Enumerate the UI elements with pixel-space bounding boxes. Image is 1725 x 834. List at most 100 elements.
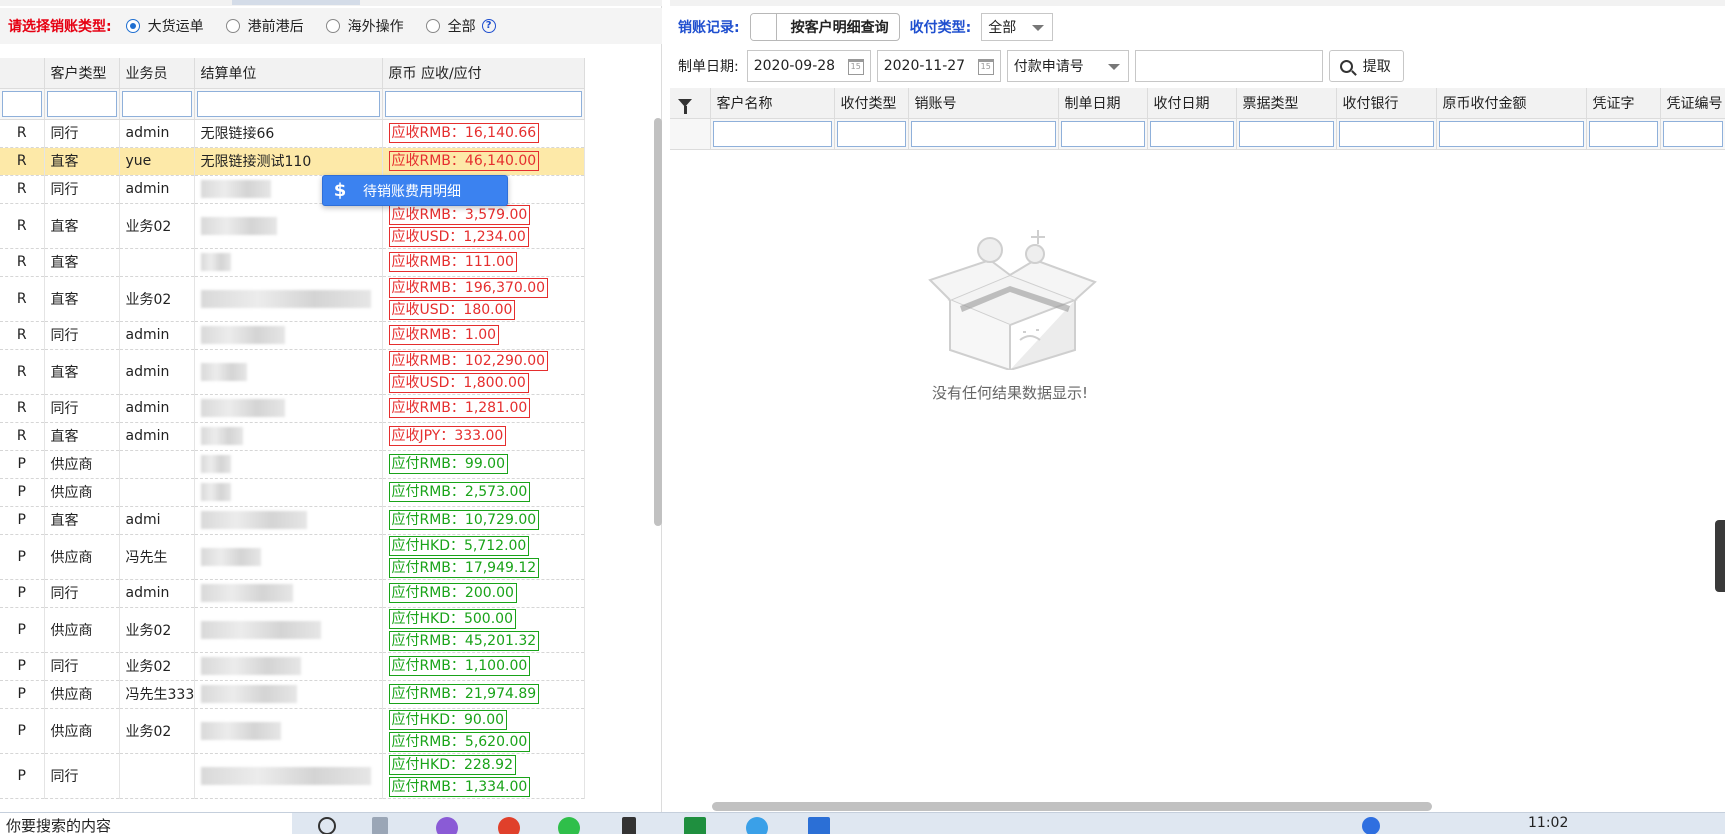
radio-dot[interactable]: [325, 19, 340, 33]
spreadsheet-icon[interactable]: [684, 817, 706, 834]
browser-icon[interactable]: [498, 817, 520, 834]
col-header-salesperson[interactable]: 业务员: [119, 58, 195, 89]
table-row[interactable]: R 直客 业务02 应收RMB：196,370.00 应收USD：180.00: [0, 276, 585, 322]
left-vertical-scrollbar[interactable]: [654, 118, 662, 526]
fetch-button[interactable]: 提取: [1328, 50, 1404, 82]
filter-input-voucher-no[interactable]: [1662, 120, 1723, 147]
receivable-amount-badge: 应收RMB：102,290.00: [388, 350, 549, 371]
app-icon[interactable]: [436, 817, 458, 834]
taskbar-search[interactable]: 你要搜索的内容: [0, 813, 292, 834]
calendar-icon[interactable]: 15: [847, 59, 864, 75]
table-row[interactable]: R 同行 admin 无限链接66 应收RMB：16,140.66: [0, 119, 585, 148]
table-row[interactable]: P 供应商 业务02 应付HKD：90.00 应付RMB：5,620.00: [0, 708, 585, 754]
col-header-rp[interactable]: [0, 58, 45, 89]
col-header-amount[interactable]: 原币 应收/应付: [382, 58, 585, 89]
toggle-switch[interactable]: [750, 14, 777, 40]
cell-customer-type: 直客: [44, 422, 120, 451]
col-header-create-date[interactable]: 制单日期: [1058, 88, 1148, 119]
terminal-icon[interactable]: [622, 817, 636, 834]
radio-dot[interactable]: [425, 19, 440, 33]
table-row[interactable]: R 直客 应收RMB：111.00: [0, 248, 585, 277]
radio-dot[interactable]: [225, 19, 240, 33]
search-field-select[interactable]: 付款申请号: [1006, 50, 1129, 82]
pay-type-select[interactable]: 全部: [981, 13, 1054, 41]
calendar-icon[interactable]: 15: [977, 59, 994, 75]
customer-detail-query-button[interactable]: 按客户明细查询: [749, 13, 900, 41]
edge-browser-icon[interactable]: [746, 817, 768, 834]
filter-input-settlement-unit[interactable]: [196, 90, 380, 117]
context-menu[interactable]: $ 待销账费用明细: [322, 175, 508, 206]
table-row[interactable]: R 直客 admin 应收JPY：333.00: [0, 422, 585, 451]
amount-list: 应付HKD：500.00 应付RMB：45,201.32: [388, 608, 584, 652]
filter-input-original-amount[interactable]: [1438, 120, 1584, 147]
filter-input-customer-name[interactable]: [712, 120, 832, 147]
receivable-amount-badge: 应收USD：180.00: [388, 299, 516, 320]
table-row[interactable]: P 同行 应付HKD：228.92 应付RMB：1,334.00: [0, 753, 585, 799]
search-keyword-input[interactable]: [1134, 50, 1323, 82]
date-to-input[interactable]: 2020-11-27 15: [876, 50, 1001, 82]
radio-dot[interactable]: [125, 19, 140, 33]
redacted-text: [200, 427, 243, 445]
radio-overseas-operation[interactable]: 海外操作: [325, 16, 404, 36]
table-row[interactable]: P 供应商 应付RMB：99.00: [0, 450, 585, 479]
question-icon[interactable]: ?: [481, 19, 496, 33]
tray-app-icon[interactable]: [1362, 817, 1380, 834]
radio-all[interactable]: 全部: [425, 16, 476, 36]
filter-input-bill-type[interactable]: [1238, 120, 1334, 147]
cell-rp: P: [0, 607, 45, 653]
filter-input-writeoff-no[interactable]: [910, 120, 1056, 147]
col-header-settlement-unit[interactable]: 结算单位: [194, 58, 383, 89]
amount-list: 应付RMB：21,974.89: [388, 683, 584, 705]
table-row[interactable]: P 供应商 业务02 应付HKD：500.00 应付RMB：45,201.32: [0, 607, 585, 653]
filter-toggle-header[interactable]: [670, 88, 711, 119]
search-icon[interactable]: [318, 817, 336, 834]
table-row[interactable]: R 直客 yue 无限链接测试110 应收RMB：46,140.00: [0, 147, 585, 176]
system-clock[interactable]: 11:02: [1528, 815, 1568, 831]
table-row[interactable]: R 同行 admin 应收RMB：1,281.00: [0, 394, 585, 423]
table-row[interactable]: R 直客 业务02 应收RMB：3,579.00 应收USD：1,234.00: [0, 203, 585, 249]
cell-rp: R: [0, 349, 45, 395]
table-row[interactable]: P 供应商 冯先生 应付HKD：5,712.00 应付RMB：17,949.12: [0, 534, 585, 580]
col-header-pay-bank[interactable]: 收付银行: [1336, 88, 1437, 119]
context-menu-item-pending-fee-detail[interactable]: 待销账费用明细: [363, 181, 461, 201]
funnel-icon[interactable]: [678, 98, 692, 114]
filter-input-voucher-word[interactable]: [1588, 120, 1658, 147]
col-header-customer-type[interactable]: 客户类型: [44, 58, 120, 89]
table-row[interactable]: R 直客 admin 应收RMB：102,290.00 应收USD：1,800.00: [0, 349, 585, 395]
col-header-voucher-no[interactable]: 凭证编号: [1660, 88, 1725, 119]
side-floating-widget[interactable]: [1715, 520, 1725, 592]
chat-icon[interactable]: [558, 817, 580, 834]
task-view-icon[interactable]: [372, 817, 388, 834]
table-row[interactable]: R 同行 admin 应收RMB：1.00: [0, 321, 585, 350]
filter-input-salesperson[interactable]: [121, 90, 192, 117]
table-row[interactable]: P 供应商 应付RMB：2,573.00: [0, 478, 585, 507]
filter-input-pay-type[interactable]: [836, 120, 906, 147]
date-filter-row: 制单日期: 2020-09-28 15 2020-11-27 15 付款申请号 …: [670, 50, 1404, 82]
filter-input-create-date[interactable]: [1060, 120, 1145, 147]
col-header-pay-date[interactable]: 收付日期: [1147, 88, 1237, 119]
filter-input-amount[interactable]: [384, 90, 582, 117]
table-row[interactable]: P 供应商 冯先生333 应付RMB：21,974.89: [0, 680, 585, 709]
filter-input-customer-type[interactable]: [46, 90, 117, 117]
table-body: R 同行 admin 无限链接66 应收RMB：16,140.66 R 直客 yue 无限链接测…: [0, 119, 585, 799]
table-row[interactable]: P 同行 业务02 应付RMB：1,100.00: [0, 652, 585, 681]
col-header-bill-type[interactable]: 票据类型: [1236, 88, 1337, 119]
receivable-amount-badge: 应收RMB：1,281.00: [388, 398, 531, 418]
filter-input-pay-bank[interactable]: [1338, 120, 1434, 147]
left-tab-marker[interactable]: [232, 0, 360, 5]
col-header-pay-type[interactable]: 收付类型: [834, 88, 909, 119]
table-row[interactable]: P 同行 admin 应付RMB：200.00: [0, 579, 585, 608]
filter-input-rp[interactable]: [2, 90, 42, 117]
radio-cargo-waybill[interactable]: 大货运单: [125, 16, 204, 36]
col-header-voucher-word[interactable]: 凭证字: [1586, 88, 1661, 119]
filter-input-pay-date[interactable]: [1149, 120, 1234, 147]
cell-settlement-unit: [194, 203, 383, 249]
radio-port-before-after[interactable]: 港前港后: [225, 16, 304, 36]
date-from-input[interactable]: 2020-09-28 15: [746, 50, 871, 82]
document-icon[interactable]: [808, 817, 830, 834]
col-header-customer-name[interactable]: 客户名称: [710, 88, 835, 119]
col-header-original-amount[interactable]: 原币收付金额: [1436, 88, 1587, 119]
col-header-writeoff-no[interactable]: 销账号: [908, 88, 1059, 119]
table-row[interactable]: P 直客 admi 应付RMB：10,729.00: [0, 506, 585, 535]
right-horizontal-scrollbar[interactable]: [712, 802, 1432, 811]
